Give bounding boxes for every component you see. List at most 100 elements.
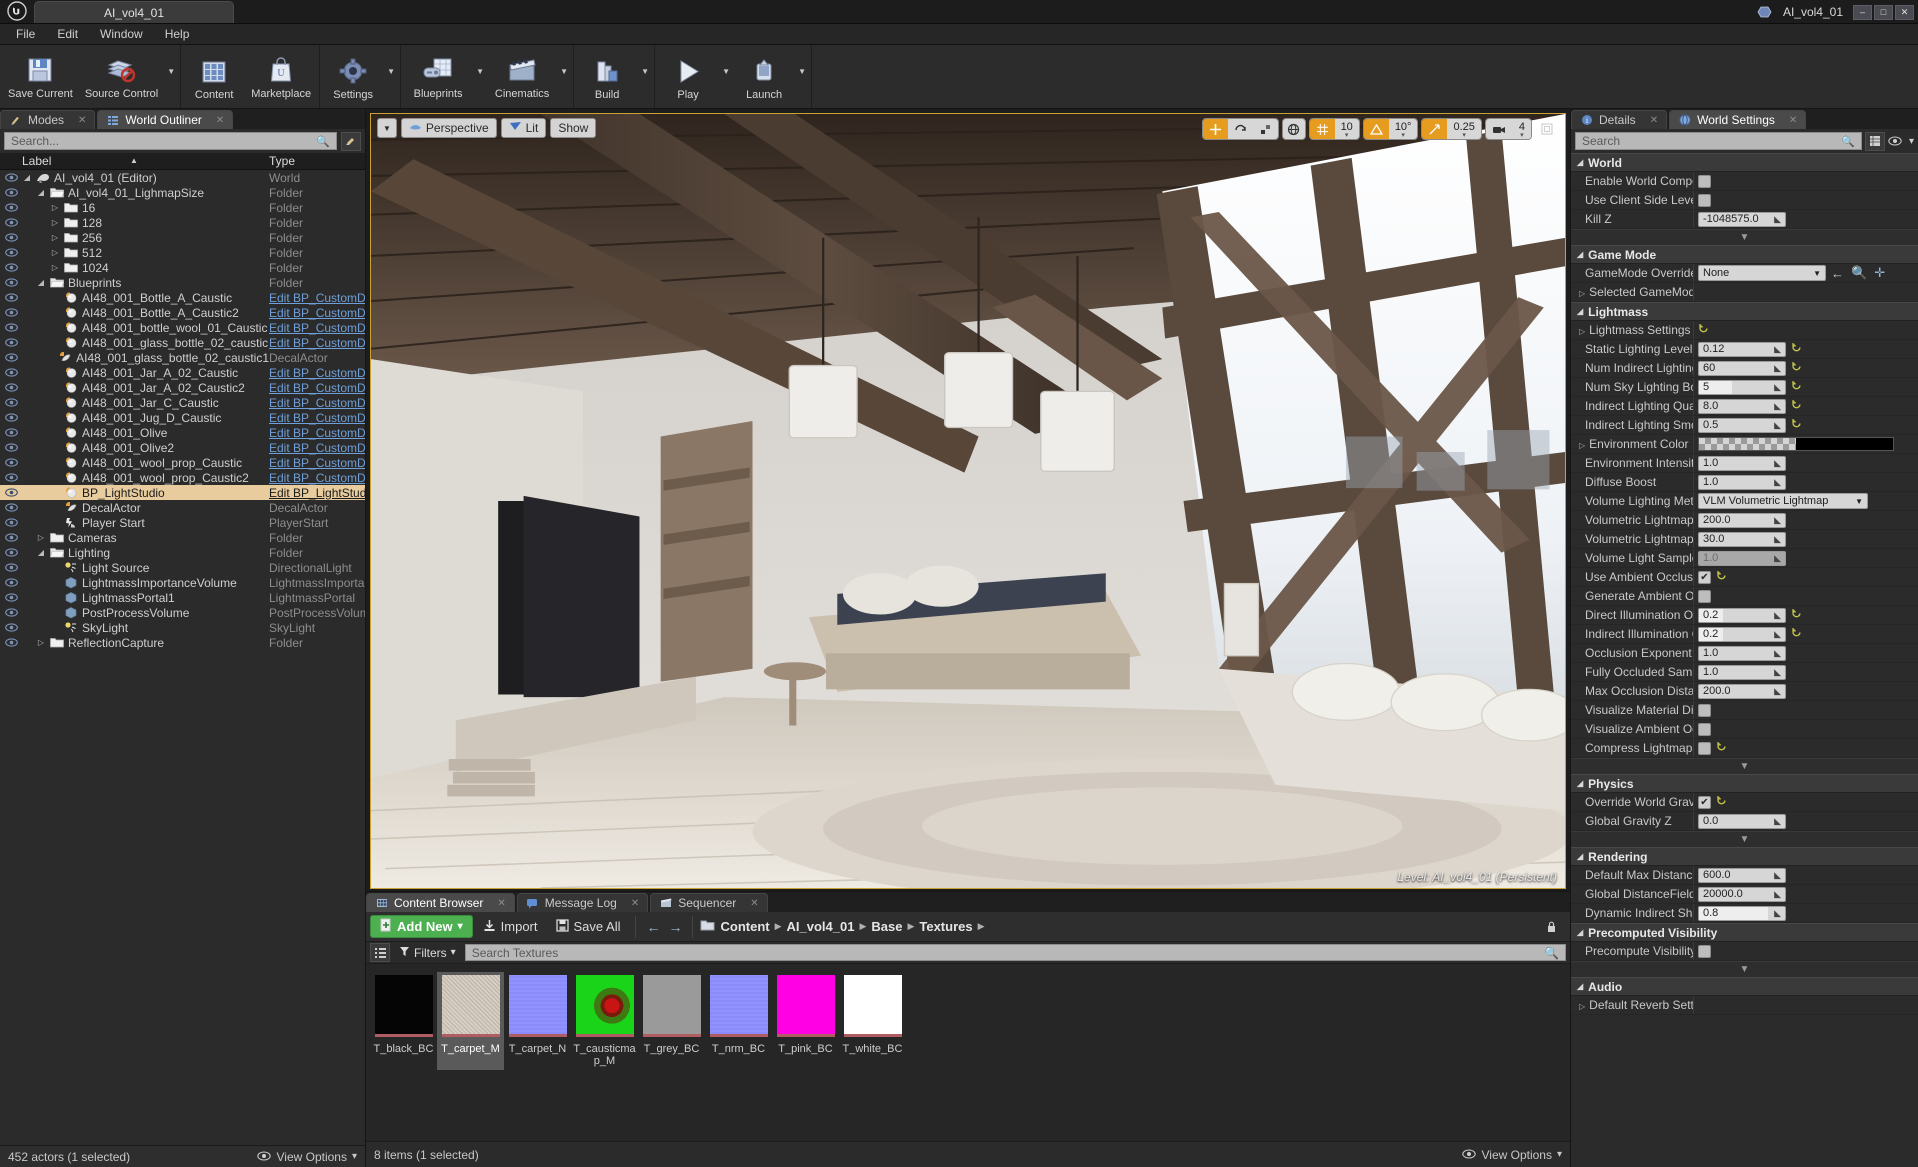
details-category-header[interactable]: ◢ Rendering — [1571, 847, 1918, 866]
property-checkbox[interactable] — [1698, 944, 1711, 958]
back-button[interactable]: ← — [643, 919, 663, 935]
outliner-row[interactable]: ▷ 1024 Folder — [0, 260, 365, 275]
property-number-input[interactable]: 0.8 ◣ — [1698, 905, 1786, 921]
property-checkbox[interactable] — [1698, 193, 1711, 207]
tab-details-close-icon[interactable]: ✕ — [1650, 115, 1658, 126]
visibility-eye-icon[interactable] — [0, 173, 22, 182]
visibility-eye-icon[interactable] — [0, 188, 22, 197]
spinner-icon[interactable]: ◣ — [1774, 648, 1781, 659]
visibility-eye-icon[interactable] — [0, 458, 22, 467]
angle-snap-value-dropdown[interactable]: 10° ▾ — [1388, 119, 1418, 139]
settings-button[interactable]: Settings — [322, 45, 384, 108]
launch-button[interactable]: Launch — [733, 45, 795, 108]
property-checkbox[interactable] — [1698, 722, 1711, 736]
visibility-eye-icon[interactable] — [0, 563, 22, 572]
reset-to-default-icon[interactable] — [1698, 323, 1709, 337]
save-all-button[interactable]: Save All — [548, 915, 629, 938]
visibility-eye-icon[interactable] — [0, 623, 22, 632]
property-number-input[interactable]: 1.0 ◣ — [1698, 455, 1786, 471]
expander-closed-icon[interactable]: ▷ — [1579, 1002, 1585, 1011]
tab-message-log-close-icon[interactable]: ✕ — [631, 898, 639, 909]
select-translate-tool-button[interactable] — [1202, 119, 1228, 139]
outliner-row[interactable]: AI48_001_wool_prop_Caustic2 Edit BP_Custo… — [0, 470, 365, 485]
breadcrumb-item-textures[interactable]: Textures — [919, 919, 972, 934]
menu-help[interactable]: Help — [155, 25, 200, 43]
camera-speed-value-dropdown[interactable]: 4 ▾ — [1512, 119, 1531, 139]
spinner-icon[interactable]: ◣ — [1774, 686, 1781, 697]
property-number-input[interactable]: -1048575.0 ◣ — [1698, 211, 1786, 227]
visibility-eye-icon[interactable] — [0, 548, 22, 557]
spinner-icon[interactable]: ◣ — [1774, 870, 1781, 881]
property-checkbox[interactable] — [1698, 174, 1711, 188]
expander-open-icon[interactable]: ◢ — [36, 548, 46, 557]
visibility-eye-icon[interactable] — [0, 203, 22, 212]
spinner-icon[interactable]: ◣ — [1774, 629, 1781, 640]
spinner-icon[interactable]: ◣ — [1774, 458, 1781, 469]
spinner-icon[interactable]: ◣ — [1774, 610, 1781, 621]
property-checkbox[interactable] — [1698, 589, 1711, 603]
outliner-row[interactable]: AI48_001_bottle_wool_01_Caustic Edit BP_C… — [0, 320, 365, 335]
spinner-icon[interactable]: ◣ — [1774, 908, 1781, 919]
outliner-row-type[interactable]: Edit BP_CustomDecal — [269, 471, 365, 485]
details-category-header[interactable]: ◢ Audio — [1571, 977, 1918, 996]
outliner-row[interactable]: PostProcessVolume PostProcessVolume — [0, 605, 365, 620]
asset-tile[interactable]: T_carpet_M — [437, 972, 504, 1070]
forward-button[interactable]: → — [665, 919, 685, 935]
visibility-eye-icon[interactable] — [0, 398, 22, 407]
visibility-eye-icon[interactable] — [0, 293, 22, 302]
section-collapse-handle[interactable]: ▼ — [1571, 758, 1918, 774]
details-display-mode-button[interactable] — [1864, 131, 1885, 151]
outliner-row[interactable]: AI48_001_Jar_A_02_Caustic2 Edit BP_Custom… — [0, 380, 365, 395]
tab-sequencer-close-icon[interactable]: ✕ — [750, 898, 758, 909]
outliner-add-button[interactable] — [341, 131, 361, 151]
expander-closed-icon[interactable]: ▷ — [1579, 441, 1585, 450]
property-number-input[interactable]: 200.0 ◣ — [1698, 512, 1786, 528]
tab-modes-close-icon[interactable]: ✕ — [78, 115, 86, 126]
outliner-row[interactable]: Light Source DirectionalLight — [0, 560, 365, 575]
marketplace-button[interactable]: U Marketplace — [245, 45, 317, 108]
source-control-dropdown-arrow[interactable]: ▼ — [164, 45, 178, 108]
visibility-eye-icon[interactable] — [0, 383, 22, 392]
outliner-row[interactable]: ◢ AI_vol4_01 (Editor) World — [0, 170, 365, 185]
outliner-row-type[interactable]: Edit BP_CustomDecal — [269, 456, 365, 470]
property-checkbox[interactable] — [1698, 741, 1711, 755]
section-collapse-handle[interactable]: ▼ — [1571, 961, 1918, 977]
asset-tile[interactable]: T_nrm_BC — [705, 972, 772, 1070]
reset-to-default-icon[interactable] — [1716, 795, 1727, 809]
details-search-input[interactable]: Search 🔍 — [1575, 132, 1862, 150]
blueprints-button[interactable]: Blueprints — [403, 45, 473, 108]
tab-world-settings-close-icon[interactable]: ✕ — [1789, 115, 1797, 126]
expander-closed-icon[interactable]: ▷ — [1579, 289, 1585, 298]
import-button[interactable]: Import — [475, 915, 546, 938]
add-new-button[interactable]: Add New ▾ — [370, 915, 473, 938]
filters-button[interactable]: Filters ▾ — [394, 946, 461, 960]
details-category-header[interactable]: ◢ Precomputed Visibility — [1571, 923, 1918, 942]
expander-closed-icon[interactable]: ▷ — [36, 533, 46, 542]
outliner-row[interactable]: AI48_001_Jar_A_02_Caustic Edit BP_CustomD… — [0, 365, 365, 380]
property-number-input[interactable]: 5 ◣ — [1698, 379, 1786, 395]
visibility-eye-icon[interactable] — [0, 473, 22, 482]
reset-to-default-icon[interactable] — [1791, 418, 1802, 432]
create-new-asset-icon[interactable]: ✛ — [1874, 265, 1885, 281]
outliner-row[interactable]: SkyLight SkyLight — [0, 620, 365, 635]
property-number-input[interactable]: 0.0 ◣ — [1698, 813, 1786, 829]
build-button[interactable]: Build — [576, 45, 638, 108]
asset-tile[interactable]: T_grey_BC — [638, 972, 705, 1070]
cinematics-button[interactable]: Cinematics — [487, 45, 557, 108]
menu-file[interactable]: File — [6, 25, 45, 43]
source-control-button[interactable]: Source Control — [79, 45, 164, 108]
spinner-icon[interactable]: ◣ — [1774, 667, 1781, 678]
scale-snap-value-dropdown[interactable]: 0.25 ▾ — [1447, 119, 1481, 139]
expander-closed-icon[interactable]: ▷ — [50, 248, 60, 257]
visibility-eye-icon[interactable] — [0, 518, 22, 527]
tab-sequencer[interactable]: Sequencer ✕ — [650, 893, 768, 912]
project-tab[interactable]: AI_vol4_01 — [34, 1, 234, 23]
outliner-row[interactable]: AI48_001_Bottle_A_Caustic2 Edit BP_Custom… — [0, 305, 365, 320]
visibility-eye-icon[interactable] — [0, 248, 22, 257]
visibility-eye-icon[interactable] — [0, 323, 22, 332]
reset-to-default-icon[interactable] — [1791, 608, 1802, 622]
details-category-header[interactable]: ◢ Game Mode — [1571, 245, 1918, 264]
expander-closed-icon[interactable]: ▷ — [36, 638, 46, 647]
outliner-row-type[interactable]: Edit BP_CustomDecal — [269, 381, 365, 395]
property-color-swatch[interactable] — [1698, 437, 1894, 451]
